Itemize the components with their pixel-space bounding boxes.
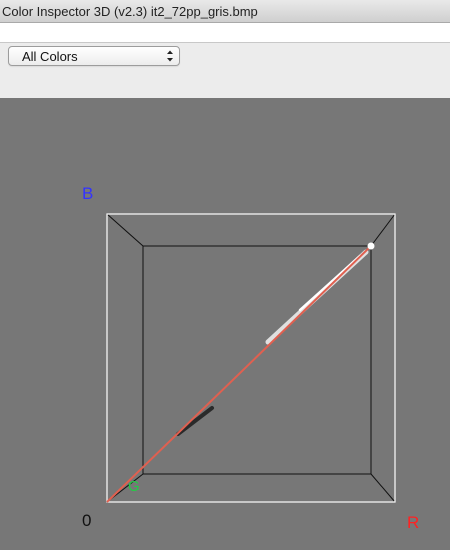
- origin-label: 0: [82, 511, 91, 530]
- rgb-cube-canvas[interactable]: B G R 0: [0, 98, 450, 550]
- updown-arrows-icon: [167, 50, 173, 62]
- window-title: Color Inspector 3D (v2.3) it2_72pp_gris.…: [2, 4, 258, 19]
- toolbar: All Colors: [0, 43, 450, 98]
- green-axis-label: G: [128, 478, 140, 495]
- red-axis-label: R: [407, 513, 419, 532]
- color-mode-selected-label: All Colors: [22, 49, 78, 64]
- gray-diagonal-line: [106, 245, 372, 503]
- cube-edge-top-left: [106, 213, 144, 247]
- window-title-bar[interactable]: Color Inspector 3D (v2.3) it2_72pp_gris.…: [0, 0, 450, 23]
- white-point-marker: [367, 242, 375, 250]
- dark-pixel-cluster: [176, 406, 214, 436]
- blue-axis-label: B: [82, 184, 93, 203]
- color-inspector-window: Color Inspector 3D (v2.3) it2_72pp_gris.…: [0, 0, 450, 550]
- title-separator: [0, 23, 450, 43]
- color-mode-select[interactable]: All Colors: [8, 46, 180, 66]
- cube-edge-bottom-right: [370, 473, 396, 503]
- cube-edge-top-right: [370, 213, 396, 247]
- 3d-color-space-viewport[interactable]: B G R 0: [0, 98, 450, 550]
